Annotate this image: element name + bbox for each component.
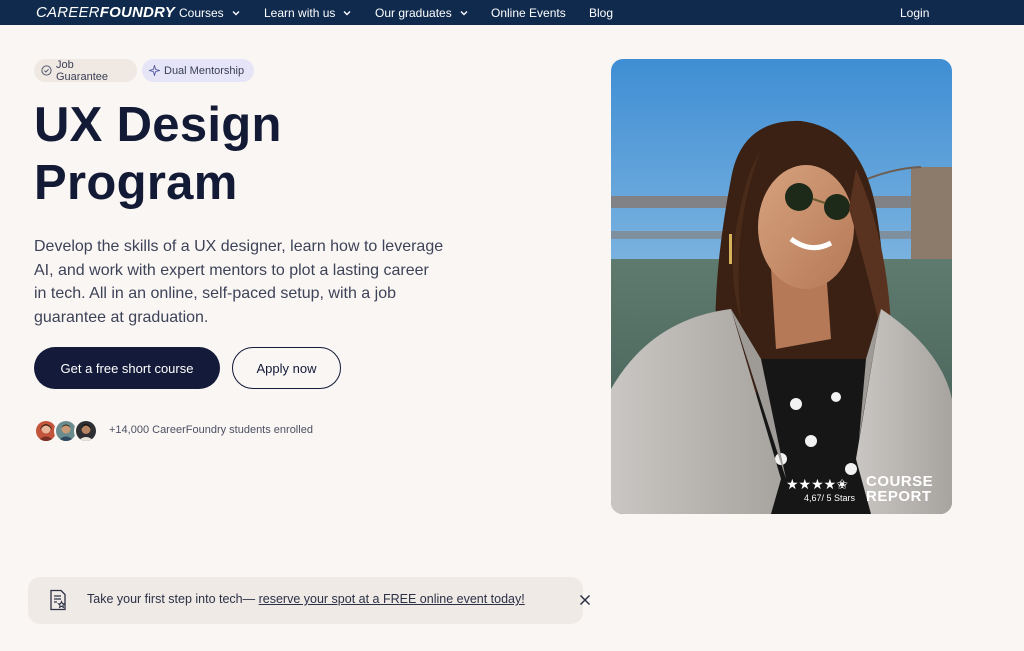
logo-text-career: CAREER: [36, 4, 100, 21]
document-star-icon: [48, 589, 68, 611]
top-navigation: CAREER FOUNDRY Courses Learn with us Our …: [0, 0, 1024, 25]
event-banner: Take your first step into tech— reserve …: [28, 577, 591, 624]
badge-label: Dual Mentorship: [164, 64, 245, 77]
rating-value: 4,67/ 5 Stars: [804, 493, 856, 503]
close-icon[interactable]: [577, 592, 593, 608]
avatar: [74, 419, 98, 443]
sparkle-icon: [147, 63, 162, 78]
reserve-spot-link[interactable]: reserve your spot at a FREE online event…: [259, 592, 525, 606]
nav-item-our-graduates[interactable]: Our graduates: [375, 0, 469, 25]
badge-label: Job Guarantee: [56, 58, 108, 83]
rating-stars-icon: ★★★★✬: [786, 476, 848, 492]
banner-text: Take your first step into tech— reserve …: [87, 592, 525, 606]
chevron-down-icon: [342, 8, 352, 18]
careerfoundry-logo[interactable]: CAREER FOUNDRY: [36, 0, 175, 25]
course-report-rating[interactable]: ★★★★✬ 4,67/ 5 Stars COURSE REPORT: [786, 474, 946, 508]
chevron-down-icon: [231, 8, 241, 18]
course-report-logo: COURSE REPORT: [866, 474, 933, 504]
login-link[interactable]: Login: [900, 0, 929, 25]
badge-dual-mentorship: Dual Mentorship: [142, 59, 254, 82]
page-title: UX Design Program: [34, 96, 454, 212]
nav-item-learn-with-us[interactable]: Learn with us: [264, 0, 352, 25]
course-report-logo-line2: REPORT: [866, 488, 932, 505]
get-free-short-course-button[interactable]: Get a free short course: [34, 347, 220, 389]
check-circle-icon: [41, 65, 52, 76]
nav-item-label: Blog: [589, 5, 614, 20]
nav-item-online-events[interactable]: Online Events: [491, 0, 566, 25]
nav-item-label: Courses: [179, 5, 224, 20]
apply-now-button[interactable]: Apply now: [232, 347, 341, 389]
nav-item-label: Online Events: [491, 5, 566, 20]
chevron-down-icon: [459, 8, 469, 18]
hero-image: [611, 59, 952, 514]
page-title-line1: UX Design: [34, 98, 282, 152]
logo-text-foundry: FOUNDRY: [99, 4, 176, 21]
nav-item-blog[interactable]: Blog: [589, 0, 613, 25]
student-avatars: [34, 419, 104, 443]
badge-job-guarantee: Job Guarantee: [34, 58, 137, 83]
nav-item-label: Learn with us: [264, 5, 336, 20]
program-description: Develop the skills of a UX designer, lea…: [34, 238, 444, 326]
login-label: Login: [900, 5, 930, 20]
nav-item-courses[interactable]: Courses: [179, 0, 241, 25]
banner-text-prefix: Take your first step into tech—: [87, 592, 259, 606]
page-title-line2: Program: [34, 156, 238, 210]
nav-item-label: Our graduates: [375, 5, 452, 20]
enrolled-count-text: +14,000 CareerFoundry students enrolled: [109, 424, 313, 436]
